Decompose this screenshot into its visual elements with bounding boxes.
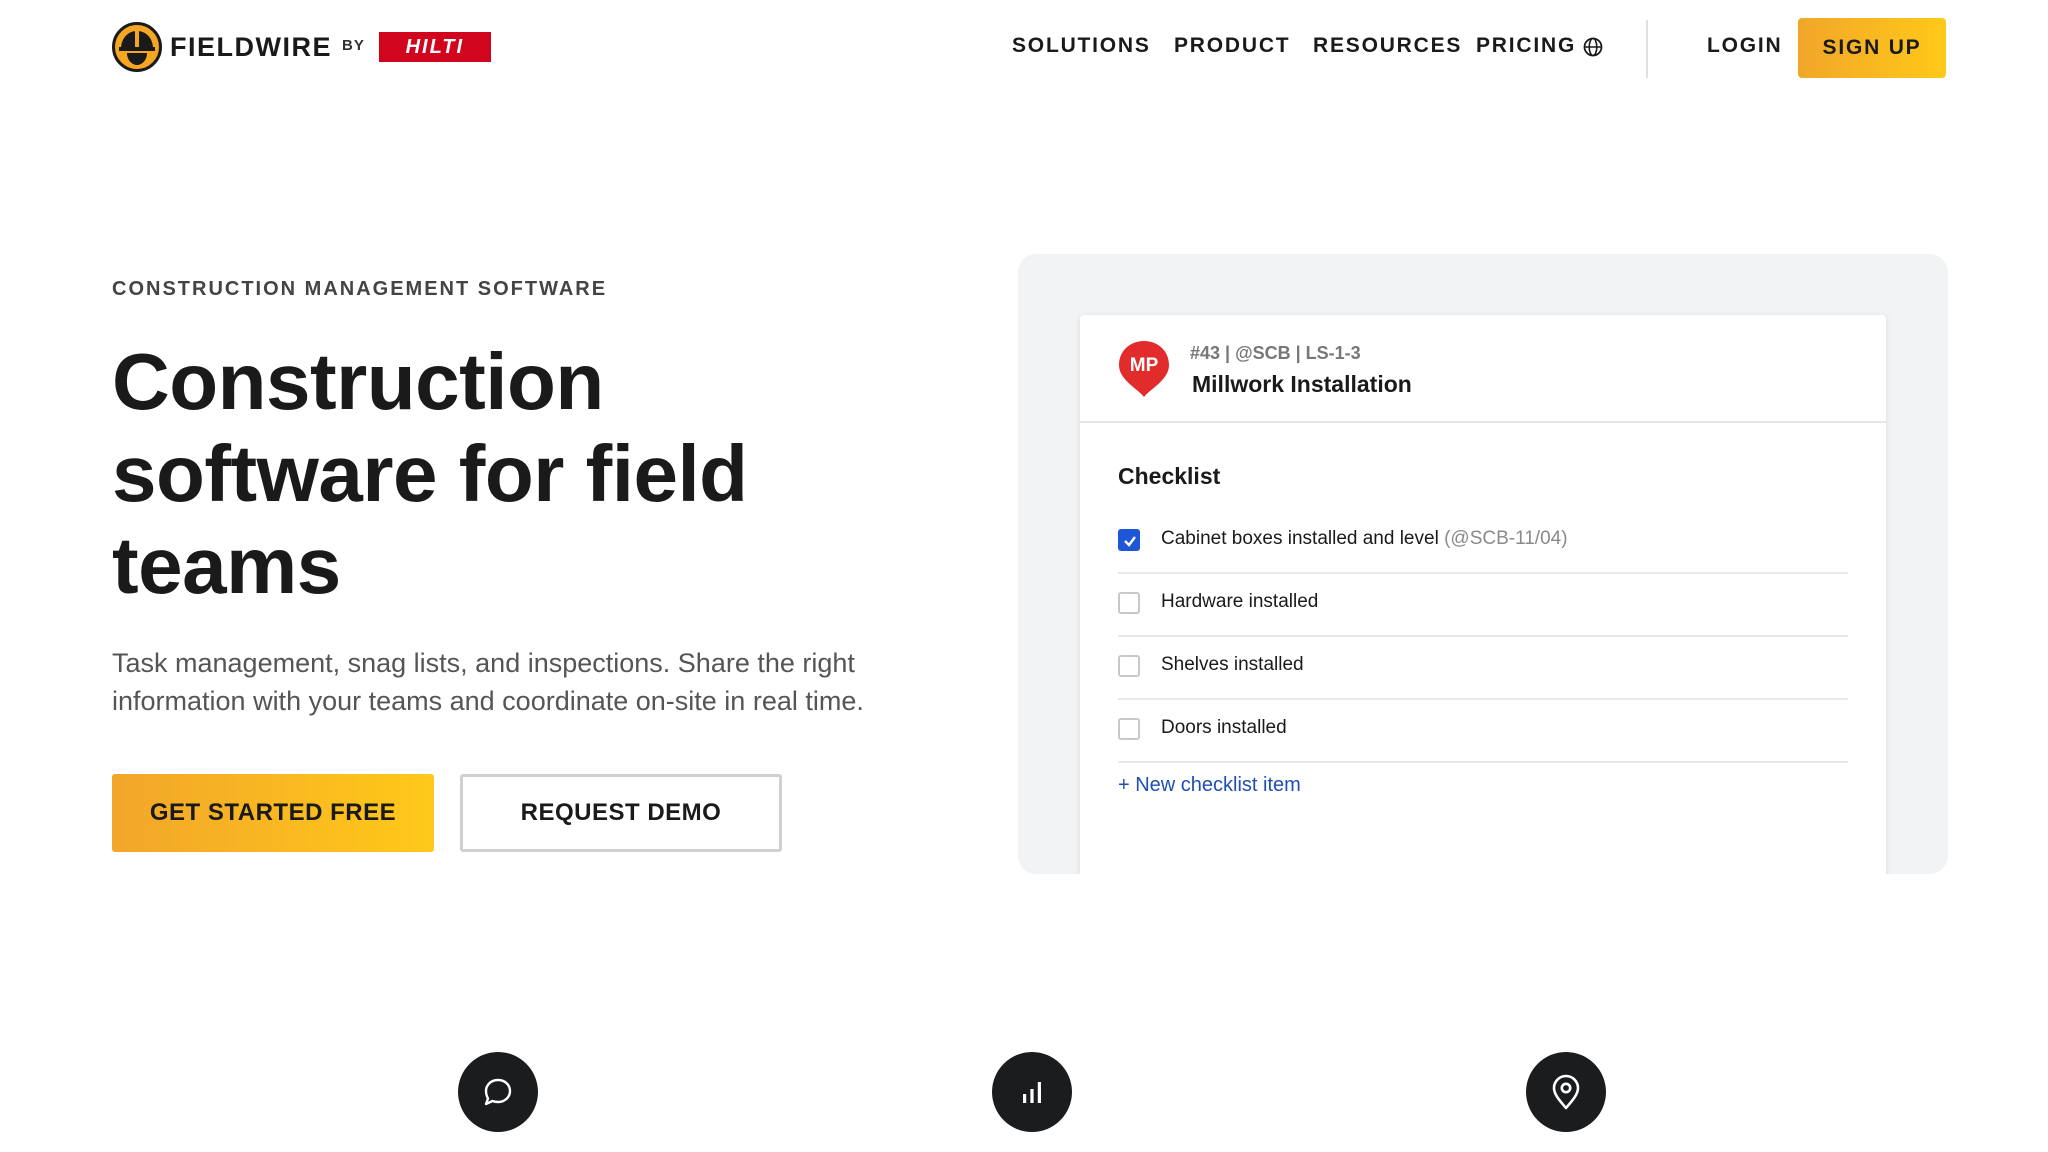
bar-chart-icon — [992, 1052, 1072, 1132]
nav-pricing[interactable]: PRICING — [1476, 34, 1576, 58]
task-title: Millwork Installation — [1192, 371, 1412, 397]
pin-initials: MP — [1129, 355, 1159, 376]
brand-by: BY — [342, 36, 365, 54]
checkbox[interactable] — [1118, 592, 1140, 614]
location-pin-icon — [1526, 1052, 1606, 1132]
hardhat-logo-icon — [112, 22, 162, 72]
globe-icon[interactable] — [1582, 36, 1604, 58]
nav-solutions[interactable]: SOLUTIONS — [1012, 34, 1151, 58]
brand-name: FIELDWIRE — [170, 31, 332, 62]
nav-resources[interactable]: RESOURCES — [1313, 34, 1462, 58]
product-preview-panel: MP #43 | @SCB | LS-1-3 Millwork Installa… — [1018, 254, 1948, 874]
hero-eyebrow: CONSTRUCTION MANAGEMENT SOFTWARE — [112, 278, 608, 300]
nav-product[interactable]: PRODUCT — [1174, 34, 1290, 58]
checklist-item-label: Shelves installed — [1161, 654, 1304, 675]
chat-bubble-icon — [458, 1052, 538, 1132]
checklist-item: Hardware installed — [1118, 574, 1848, 637]
get-started-free-button[interactable]: GET STARTED FREE — [112, 774, 434, 852]
fieldwire-logo[interactable]: FIELDWIRE BY HILTI — [112, 22, 491, 72]
hilti-logo: HILTI — [378, 32, 491, 62]
task-meta: #43 | @SCB | LS-1-3 — [1190, 343, 1361, 363]
checklist-item-ref: (@SCB-11/04) — [1444, 528, 1568, 549]
login-link[interactable]: LOGIN — [1707, 34, 1783, 58]
checklist-item: Shelves installed — [1118, 637, 1848, 700]
sign-up-button[interactable]: SIGN UP — [1798, 18, 1946, 78]
checklist-item-label: Hardware installed — [1161, 591, 1319, 612]
request-demo-button[interactable]: REQUEST DEMO — [460, 774, 782, 852]
checklist-item-label: Cabinet boxes installed and level (@SCB-… — [1161, 528, 1568, 549]
checkbox-checked[interactable] — [1118, 529, 1140, 551]
checkbox[interactable] — [1118, 655, 1140, 677]
hero-subtext: Task management, snag lists, and inspect… — [112, 648, 864, 716]
checkbox[interactable] — [1118, 718, 1140, 740]
hilti-wordmark: HILTI — [405, 35, 465, 58]
checkmark-icon — [1124, 536, 1136, 547]
nav-divider — [1646, 20, 1648, 78]
checklist-item: Doors installed — [1118, 700, 1848, 763]
new-checklist-item-link[interactable]: + New checklist item — [1118, 774, 1301, 797]
task-card: MP #43 | @SCB | LS-1-3 Millwork Installa… — [1080, 315, 1886, 874]
hero-headline: Construction software for field teams — [112, 337, 748, 610]
site-header: FIELDWIRE BY HILTI SOLUTIONS PRODUCT RES… — [0, 0, 2048, 96]
task-card-header: MP #43 | @SCB | LS-1-3 Millwork Installa… — [1080, 315, 1886, 423]
checklist-item-label: Doors installed — [1161, 717, 1287, 738]
checklist-heading: Checklist — [1118, 463, 1221, 489]
checklist-item: Cabinet boxes installed and level (@SCB-… — [1118, 511, 1848, 574]
